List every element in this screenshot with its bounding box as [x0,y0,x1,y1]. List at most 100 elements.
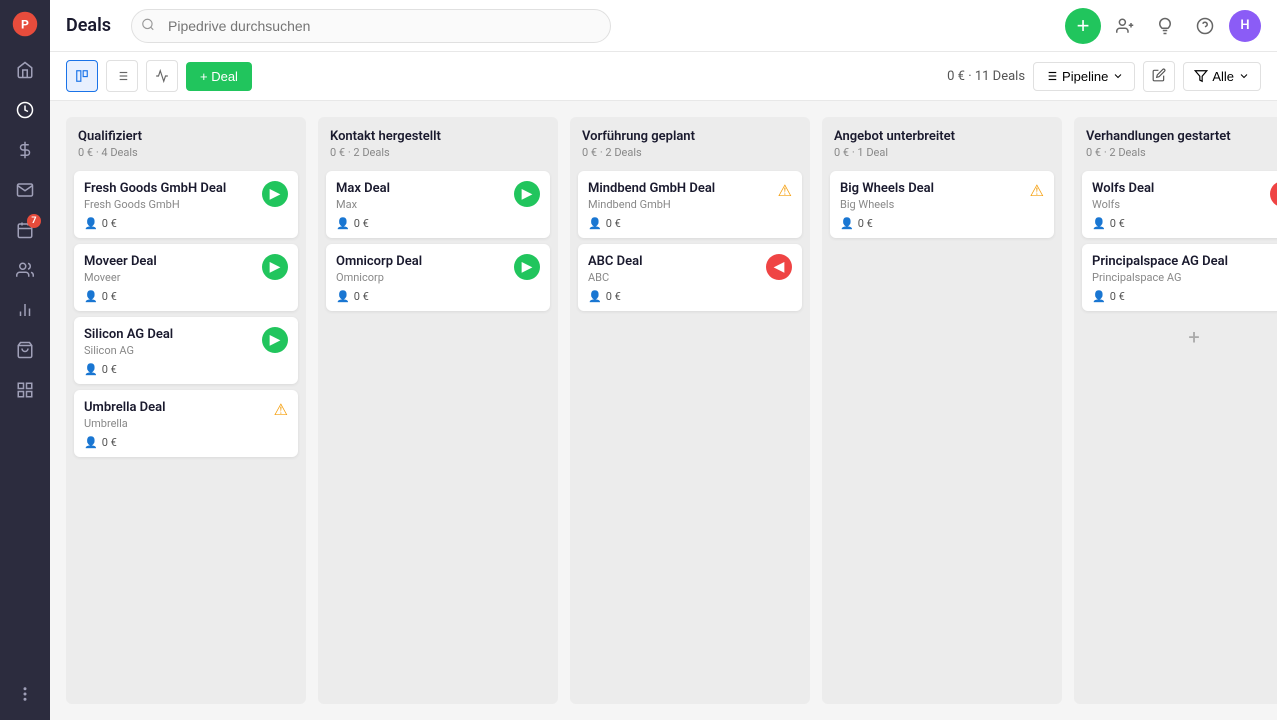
sidebar-item-more[interactable] [7,676,43,712]
card-indicator-red[interactable]: ◀ [1270,181,1277,207]
column-qualifiziert: Qualifiziert 0 € · 4 Deals Fresh Goods G… [66,117,306,704]
deal-card[interactable]: Moveer Deal Moveer ▶ 👤 0 € [74,244,298,311]
warning-icon: ⚠ [778,181,792,200]
person-icon: 👤 [588,290,602,303]
column-title: Angebot unterbreitet [834,129,1050,144]
warning-icon: ⚠ [1030,181,1044,200]
card-indicator-green[interactable]: ▶ [262,254,288,280]
card-amount: 0 € [102,217,117,230]
person-icon: 👤 [336,290,350,303]
search-bar [131,9,611,43]
help-button[interactable] [1189,10,1221,42]
deal-card[interactable]: Principalspace AG Deal Principalspace AG… [1082,244,1277,311]
card-title: Principalspace AG Deal [1092,254,1228,269]
card-title: Fresh Goods GmbH Deal [84,181,226,196]
column-header: Verhandlungen gestartet 0 € · 2 Deals [1074,117,1277,167]
card-amount: 0 € [354,290,369,303]
card-amount: 0 € [102,436,117,449]
topbar: Deals + H [50,0,1277,52]
column-header: Qualifiziert 0 € · 4 Deals [66,117,306,167]
sidebar-item-mail[interactable] [7,172,43,208]
sidebar-item-marketplace[interactable] [7,372,43,408]
sidebar-item-activity[interactable] [7,92,43,128]
global-add-button[interactable]: + [1065,8,1101,44]
search-input[interactable] [131,9,611,43]
column-title: Qualifiziert [78,129,294,144]
add-deal-button[interactable]: + Deal [186,62,252,91]
user-avatar[interactable]: H [1229,10,1261,42]
deal-card[interactable]: Umbrella Deal Umbrella ⚠ 👤 0 € [74,390,298,457]
person-icon: 👤 [84,290,98,303]
card-title: Max Deal [336,181,390,196]
card-amount: 0 € [606,290,621,303]
sidebar-item-home[interactable] [7,52,43,88]
pipeline-button[interactable]: Pipeline [1033,62,1135,91]
card-amount: 0 € [102,363,117,376]
filter-button[interactable]: Alle [1183,62,1261,91]
add-user-button[interactable] [1109,10,1141,42]
card-company: Mindbend GmbH [588,198,715,211]
column-title: Kontakt hergestellt [330,129,546,144]
deal-card[interactable]: Max Deal Max ▶ 👤 0 € [326,171,550,238]
column-meta: 0 € · 1 Deal [834,146,1050,159]
deal-card[interactable]: Big Wheels Deal Big Wheels ⚠ 👤 0 € [830,171,1054,238]
card-company: Fresh Goods GmbH [84,198,226,211]
column-angebot: Angebot unterbreitet 0 € · 1 Deal Big Wh… [822,117,1062,704]
kanban-view-button[interactable] [66,60,98,92]
card-company: Omnicorp [336,271,422,284]
column-vorfuehrung: Vorführung geplant 0 € · 2 Deals Mindben… [570,117,810,704]
person-icon: 👤 [84,217,98,230]
deal-card[interactable]: Mindbend GmbH Deal Mindbend GmbH ⚠ 👤 0 € [578,171,802,238]
column-kontakt: Kontakt hergestellt 0 € · 2 Deals Max De… [318,117,558,704]
card-company: Max [336,198,390,211]
card-company: Big Wheels [840,198,934,211]
card-amount: 0 € [1110,217,1125,230]
card-amount: 0 € [606,217,621,230]
card-company: Silicon AG [84,344,173,357]
card-indicator-green[interactable]: ▶ [514,254,540,280]
card-indicator-green[interactable]: ▶ [262,181,288,207]
card-amount: 0 € [858,217,873,230]
app-logo: P [9,8,41,40]
card-indicator-green[interactable]: ▶ [262,327,288,353]
card-title: Umbrella Deal [84,400,166,415]
column-title: Verhandlungen gestartet [1086,129,1277,144]
column-cards: Max Deal Max ▶ 👤 0 € Omnicorp Deal Omnic… [318,167,558,319]
person-icon: 👤 [840,217,854,230]
column-header: Angebot unterbreitet 0 € · 1 Deal [822,117,1062,167]
card-indicator-green[interactable]: ▶ [514,181,540,207]
card-title: Moveer Deal [84,254,157,269]
column-cards: Mindbend GmbH Deal Mindbend GmbH ⚠ 👤 0 €… [570,167,810,319]
forecast-view-button[interactable] [146,60,178,92]
sidebar-item-products[interactable] [7,332,43,368]
deal-card[interactable]: ABC Deal ABC ◀ 👤 0 € [578,244,802,311]
person-icon: 👤 [1092,217,1106,230]
card-title: Wolfs Deal [1092,181,1154,196]
topbar-actions: + H [1065,8,1261,44]
card-company: Wolfs [1092,198,1154,211]
sidebar-item-calendar[interactable]: 7 [7,212,43,248]
deal-card[interactable]: Omnicorp Deal Omnicorp ▶ 👤 0 € [326,244,550,311]
column-cards: Fresh Goods GmbH Deal Fresh Goods GmbH ▶… [66,167,306,465]
add-card-button[interactable]: + [1180,323,1208,351]
card-indicator-red[interactable]: ◀ [766,254,792,280]
sidebar-item-contacts[interactable] [7,252,43,288]
sidebar-item-deals[interactable] [7,132,43,168]
svg-text:P: P [21,17,29,31]
column-cards: Wolfs Deal Wolfs ◀ 👤 0 € Principalspace … [1074,167,1277,319]
sidebar-item-reports[interactable] [7,292,43,328]
card-title: Omnicorp Deal [336,254,422,269]
card-title: Silicon AG Deal [84,327,173,342]
toolbar-right: 0 € · 11 Deals Pipeline Alle [947,61,1261,92]
deal-card[interactable]: Silicon AG Deal Silicon AG ▶ 👤 0 € [74,317,298,384]
column-meta: 0 € · 2 Deals [1086,146,1277,159]
edit-pipeline-button[interactable] [1143,61,1175,92]
deal-card[interactable]: Wolfs Deal Wolfs ◀ 👤 0 € [1082,171,1277,238]
column-title: Vorführung geplant [582,129,798,144]
column-header: Vorführung geplant 0 € · 2 Deals [570,117,810,167]
bulb-button[interactable] [1149,10,1181,42]
list-view-button[interactable] [106,60,138,92]
card-amount: 0 € [102,290,117,303]
deal-card[interactable]: Fresh Goods GmbH Deal Fresh Goods GmbH ▶… [74,171,298,238]
column-meta: 0 € · 2 Deals [582,146,798,159]
